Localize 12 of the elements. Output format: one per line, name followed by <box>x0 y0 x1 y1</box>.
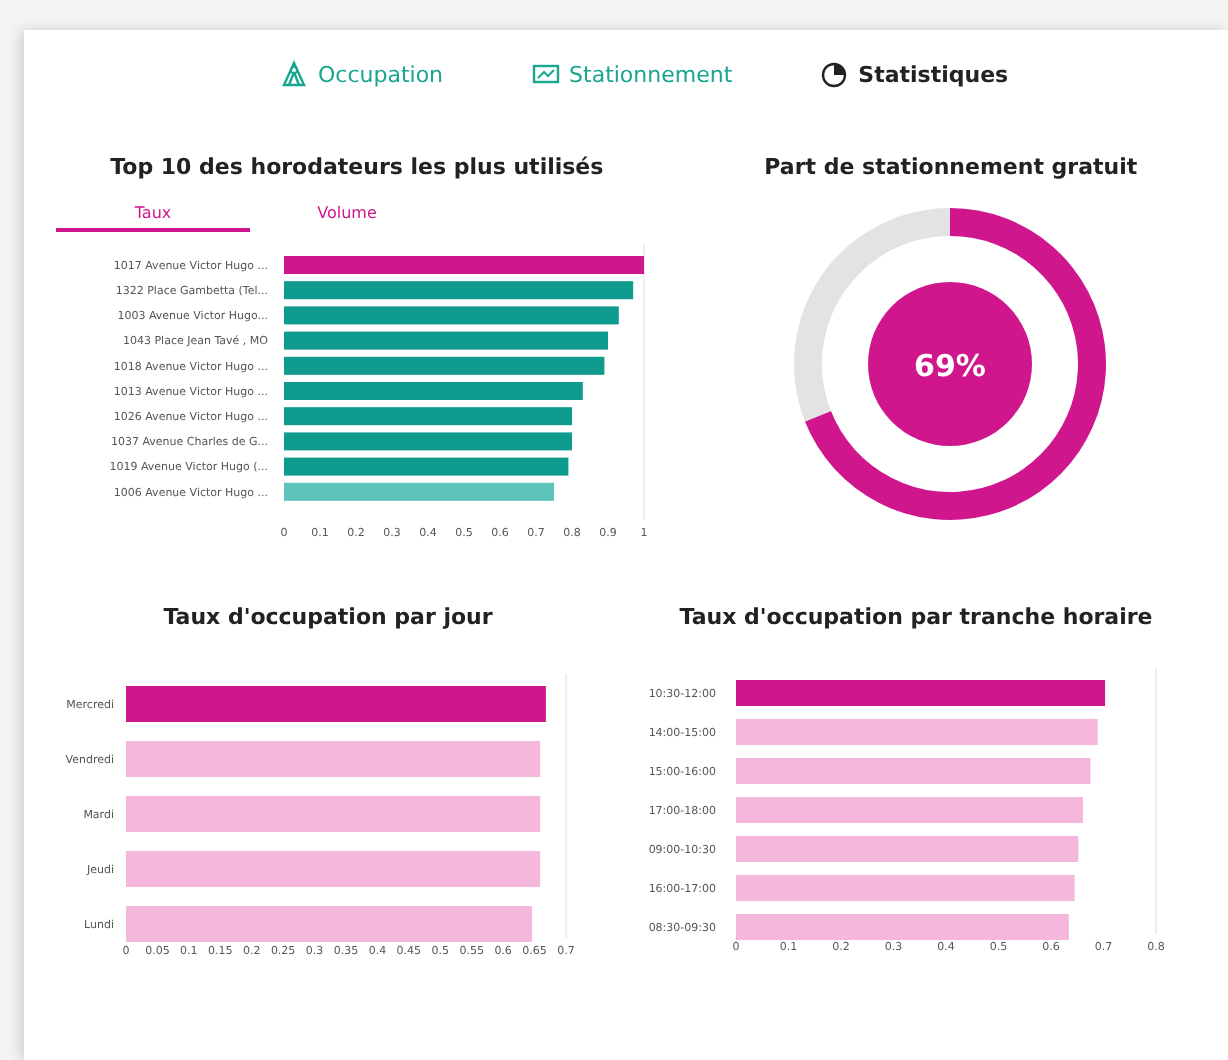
toggle-tab[interactable]: Volume <box>250 200 444 232</box>
chart-title: Top 10 des horodateurs les plus utilisés <box>108 154 606 180</box>
toggle-tab[interactable]: Taux <box>56 200 250 232</box>
chart-title: Taux d'occupation par jour <box>161 604 495 630</box>
chart-icon <box>531 60 560 88</box>
nav-tab[interactable]: Stationnement <box>531 58 733 90</box>
percentage-label: 69% <box>914 348 987 384</box>
nav-tab[interactable]: Statistiques <box>820 58 1009 90</box>
pie-chart-icon <box>820 60 849 88</box>
chart-title: Taux d'occupation par tranche horaire <box>677 604 1155 630</box>
chart-title: Part de stationnement gratuit <box>764 154 1138 180</box>
nav-tab[interactable]: Occupation <box>280 58 444 90</box>
